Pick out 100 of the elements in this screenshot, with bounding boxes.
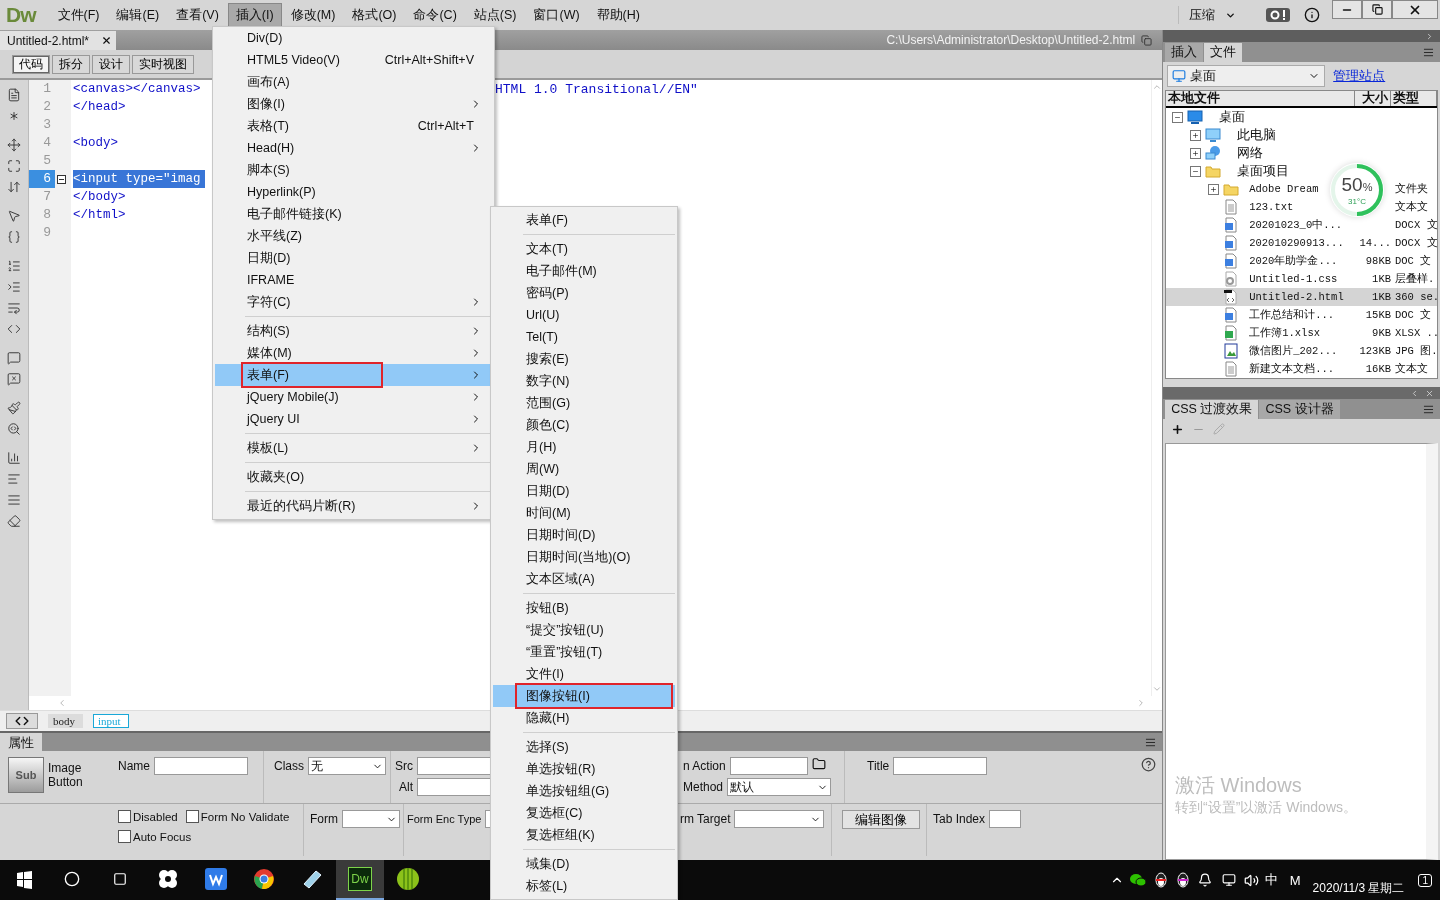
menu-item[interactable]: jQuery Mobile(J) <box>215 386 492 408</box>
menu-item[interactable]: Head(H) <box>215 137 492 159</box>
menu-item[interactable]: 文本区域(A) <box>493 568 675 590</box>
menu-item[interactable]: 密码(P) <box>493 282 675 304</box>
menu-title[interactable]: 查看(V) <box>168 2 227 28</box>
scroll-down-icon[interactable] <box>1152 684 1163 694</box>
view-button[interactable]: 拆分 <box>52 54 90 74</box>
tab-index-field[interactable] <box>989 810 1022 828</box>
menu-item[interactable]: 选择(S) <box>493 736 675 758</box>
asterisk-icon[interactable] <box>7 109 21 123</box>
add-icon[interactable] <box>1171 422 1185 436</box>
bar-chart-icon[interactable] <box>7 451 21 465</box>
help-icon[interactable] <box>1141 757 1157 772</box>
menu-item[interactable]: 数字(N) <box>493 370 675 392</box>
menu-item[interactable]: Hyperlink(P) <box>215 181 492 203</box>
taskbar-app[interactable]: Dw <box>336 860 384 900</box>
menu-item[interactable]: 图像(I) <box>215 93 492 115</box>
arrows-icon[interactable] <box>7 180 21 194</box>
menu-title[interactable]: 命令(C) <box>405 2 465 28</box>
menu-item[interactable]: 标签(L) <box>493 875 675 897</box>
menu-item[interactable]: 域集(D) <box>493 853 675 875</box>
brush-icon[interactable] <box>7 401 21 415</box>
menu-item[interactable]: 搜索(E) <box>493 348 675 370</box>
tag-chip[interactable]: body <box>48 714 83 728</box>
numbered-list-icon[interactable] <box>7 259 21 273</box>
restore-button[interactable] <box>1362 0 1392 19</box>
name-field[interactable] <box>154 757 248 775</box>
menu-item[interactable]: 表格(T) Ctrl+Alt+T <box>215 115 492 137</box>
menu-item[interactable]: 日期时间(D) <box>493 524 675 546</box>
menu-title[interactable]: 文件(F) <box>49 2 108 28</box>
collapse-icon[interactable] <box>1172 111 1184 123</box>
menu-item[interactable]: 单选按钮组(G) <box>493 780 675 802</box>
panel-menu-icon[interactable] <box>1423 47 1434 58</box>
menu-item[interactable]: 画布(A) <box>215 71 492 93</box>
menu-item[interactable]: Tel(T) <box>493 326 675 348</box>
menu-item[interactable]: Div(D) <box>215 27 492 49</box>
menu-item[interactable]: IFRAME <box>215 269 492 291</box>
class-select[interactable]: 无 <box>308 757 386 775</box>
target-select[interactable] <box>734 810 825 828</box>
file-icon[interactable] <box>7 88 21 102</box>
fold-icon[interactable] <box>57 174 66 184</box>
menu-title[interactable]: 帮助(H) <box>588 2 648 28</box>
workspace-switcher[interactable]: 压缩 <box>1178 6 1236 24</box>
menu-item[interactable]: 文件(I) <box>493 663 675 685</box>
eraser-icon[interactable] <box>7 514 21 528</box>
menu-item[interactable]: 结构(S) <box>215 320 492 342</box>
menu-item[interactable]: 脚本(S) <box>215 159 492 181</box>
pointer-icon[interactable] <box>7 209 21 223</box>
menu-item[interactable]: 复选框(C) <box>493 802 675 824</box>
wrap-text-icon[interactable] <box>7 301 21 315</box>
network-icon[interactable] <box>1221 873 1236 887</box>
panel-tab[interactable]: CSS 设计器 <box>1259 400 1340 419</box>
panel-tab[interactable]: CSS 过渡效果 <box>1165 400 1259 419</box>
taskbar-date[interactable]: 2020/11/3 星期二 <box>1312 879 1405 897</box>
site-select[interactable]: 桌面 <box>1167 65 1326 87</box>
restore-icon[interactable] <box>1141 34 1153 46</box>
checkbox[interactable]: Auto Focus <box>118 830 192 843</box>
title-field[interactable] <box>893 757 988 775</box>
menu-title[interactable]: 修改(M) <box>282 2 344 28</box>
expand-icon[interactable] <box>1208 183 1220 195</box>
menu-item[interactable]: 月(H) <box>493 436 675 458</box>
collapse-icon[interactable] <box>1190 165 1202 177</box>
panel-menu-icon[interactable] <box>1145 737 1157 748</box>
menu-item[interactable]: 图像按钮(I) <box>493 685 675 707</box>
expand-icon[interactable] <box>1190 129 1202 141</box>
minimize-button[interactable] <box>1332 0 1362 19</box>
menu-item[interactable]: 字符(C) <box>215 291 492 313</box>
column-header[interactable]: 类型 <box>1391 91 1437 106</box>
close-button[interactable] <box>1392 0 1438 19</box>
collapse-panel-icon[interactable] <box>1410 388 1419 398</box>
search-icon[interactable] <box>7 422 21 436</box>
volume-icon[interactable] <box>1243 872 1259 888</box>
input-mode[interactable]: M <box>1283 872 1307 888</box>
view-button[interactable]: 代码 <box>12 54 50 74</box>
panel-tab[interactable]: 属性 <box>0 733 42 751</box>
file-row[interactable]: Untitled-2.html 1KB 360 se. <box>1166 288 1437 306</box>
info-icon[interactable] <box>1304 7 1320 23</box>
menu-item[interactable]: 表单(F) <box>215 364 492 386</box>
menu-item[interactable]: 颜色(C) <box>493 414 675 436</box>
chat-icon[interactable] <box>1129 873 1146 887</box>
input-method[interactable]: 中 <box>1258 871 1284 889</box>
braces-icon[interactable] <box>7 230 21 244</box>
expand-icon[interactable] <box>1190 147 1202 159</box>
menu-title[interactable]: 窗口(W) <box>525 2 588 28</box>
menu-item[interactable]: HTML5 Video(V) Ctrl+Alt+Shift+V <box>215 49 492 71</box>
notification-count[interactable]: 1 <box>1418 873 1432 887</box>
indent-icon[interactable] <box>7 280 21 294</box>
view-button[interactable]: 实时视图 <box>132 54 194 74</box>
checkbox[interactable]: Form No Validate <box>185 810 290 823</box>
menu-item[interactable]: 隐藏(H) <box>493 707 675 729</box>
panel-menu-icon[interactable] <box>1423 404 1434 415</box>
move-icon[interactable] <box>7 138 21 152</box>
menu-item[interactable]: 表单(F) <box>493 209 675 231</box>
menu-title[interactable]: 编辑(E) <box>108 2 168 28</box>
settings-alert-icon[interactable] <box>1266 8 1290 22</box>
menu-item[interactable]: 按钮(B) <box>493 597 675 619</box>
outdent-icon[interactable] <box>7 472 21 486</box>
menu-item[interactable]: “重置”按钮(T) <box>493 641 675 663</box>
menu-item[interactable]: 周(W) <box>493 458 675 480</box>
menu-item[interactable]: 单选按钮(R) <box>493 758 675 780</box>
